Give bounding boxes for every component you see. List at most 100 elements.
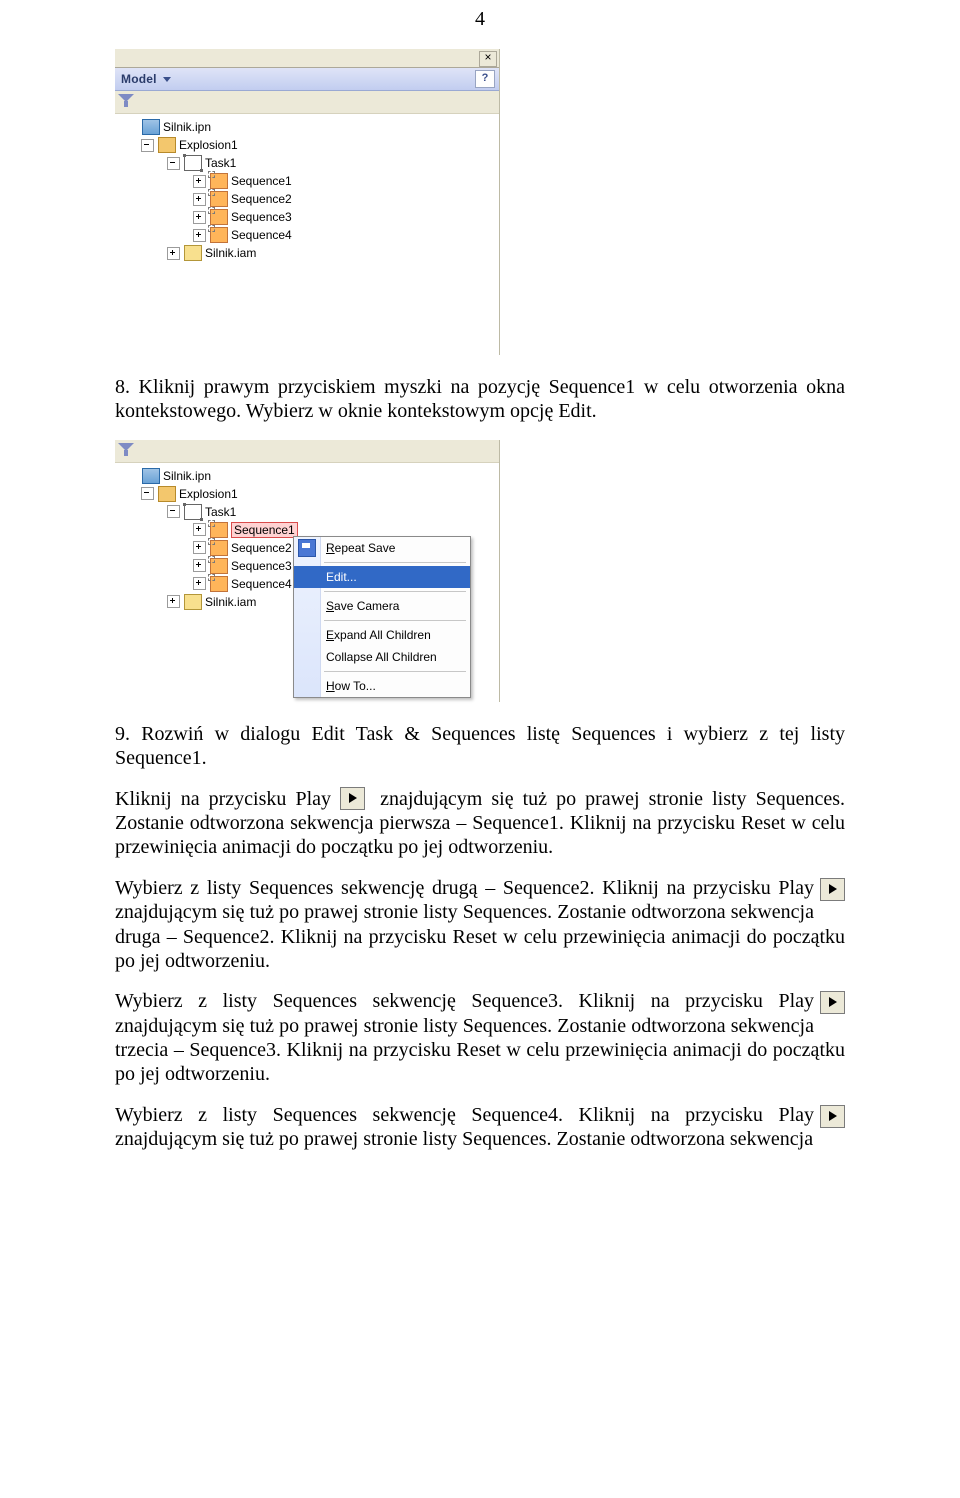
tree-item-assembly[interactable]: Silnik.iam: [119, 244, 499, 262]
tree-item-label: Sequence1: [231, 174, 292, 188]
tree-item-sequence[interactable]: Sequence2: [119, 190, 499, 208]
instruction-text: znajdującym się tuż po prawej stronie li…: [115, 1128, 813, 1150]
menu-separator: [324, 591, 466, 592]
tree-item-label: Explosion1: [179, 138, 238, 152]
help-icon[interactable]: ?: [475, 70, 495, 88]
instruction-text: znajdującym się tuż po prawej stronie li…: [115, 1015, 845, 1086]
menu-item-label: ow To...: [335, 679, 376, 693]
filter-icon[interactable]: [118, 443, 134, 459]
menu-item-accelerator: S: [326, 599, 334, 613]
collapse-toggle-icon[interactable]: [167, 505, 180, 518]
expand-toggle-icon[interactable]: [193, 523, 206, 536]
sequence-icon: [210, 209, 228, 225]
tree-item-task[interactable]: Task1: [119, 503, 499, 521]
model-browser-panel: × Model ? Silnik.ipn Explosion1: [115, 49, 500, 355]
sequence-icon: [210, 576, 228, 592]
play-icon: [820, 991, 845, 1014]
tree-item-explosion[interactable]: Explosion1: [119, 136, 499, 154]
ipn-icon: [142, 468, 160, 484]
sequence-icon: [210, 227, 228, 243]
assembly-icon: [184, 245, 202, 261]
expand-toggle-icon[interactable]: [193, 229, 206, 242]
tree-item-sequence[interactable]: Sequence3: [119, 208, 499, 226]
instruction-step-9-seq4: Wybierz z listy Sequences sekwencję Sequ…: [115, 1103, 845, 1152]
menu-separator: [324, 671, 466, 672]
task-icon: [184, 155, 202, 171]
instruction-step-9-seq2: Wybierz z listy Sequences sekwencję drug…: [115, 876, 845, 974]
tree-item-label: Sequence3: [231, 559, 292, 573]
expand-toggle-icon[interactable]: [193, 577, 206, 590]
expand-toggle-icon[interactable]: [193, 559, 206, 572]
tree-item-label: Sequence2: [231, 192, 292, 206]
explosion-icon: [158, 137, 176, 153]
expand-toggle-icon[interactable]: [167, 595, 180, 608]
sequence-icon: [210, 558, 228, 574]
tree-item-label: Explosion1: [179, 487, 238, 501]
tree-item-label: Task1: [205, 156, 236, 170]
menu-item-how-to[interactable]: How To...: [294, 675, 470, 697]
tree-item-sequence[interactable]: Sequence4: [119, 226, 499, 244]
sequence-icon: [210, 522, 228, 538]
menu-item-label: Collapse All Children: [326, 650, 437, 664]
filter-icon[interactable]: [118, 94, 134, 110]
tree-item-explosion[interactable]: Explosion1: [119, 485, 499, 503]
tree-item-task[interactable]: Task1: [119, 154, 499, 172]
instruction-text: Kliknij na przycisku Play: [115, 788, 340, 810]
assembly-icon: [184, 594, 202, 610]
instruction-text: znajdującym się tuż po prawej stronie li…: [115, 901, 845, 972]
context-menu-gutter: [294, 537, 321, 697]
close-icon[interactable]: ×: [479, 51, 497, 67]
tree-item-label: Silnik.iam: [205, 595, 256, 609]
menu-item-save-camera[interactable]: Save Camera: [294, 595, 470, 617]
expand-toggle-icon[interactable]: [167, 247, 180, 260]
instruction-step-9-intro: 9. Rozwiń w dialogu Edit Task & Sequence…: [115, 722, 845, 771]
collapse-toggle-icon[interactable]: [141, 487, 154, 500]
instruction-step-9-seq1: Kliknij na przycisku Play znajdującym si…: [115, 787, 845, 860]
tree-view: Silnik.ipn Explosion1 Task1 Sequence1 Se: [115, 114, 499, 358]
menu-separator: [324, 620, 466, 621]
page-number: 4: [115, 8, 845, 31]
menu-item-collapse-all[interactable]: Collapse All Children: [294, 646, 470, 668]
tree-item-root[interactable]: Silnik.ipn: [119, 467, 499, 485]
play-icon: [820, 878, 845, 901]
task-icon: [184, 504, 202, 520]
instruction-step-9-seq3: Wybierz z listy Sequences sekwencję Sequ…: [115, 989, 845, 1087]
menu-item-label: ave Camera: [334, 599, 399, 613]
panel-header-row[interactable]: Model ?: [115, 68, 499, 91]
tree-item-label: Silnik.ipn: [163, 120, 211, 134]
chevron-down-icon: [163, 77, 171, 82]
panel-header-label: Model: [115, 72, 157, 86]
tree-item-label: Task1: [205, 505, 236, 519]
tree-item-label: Sequence4: [231, 577, 292, 591]
menu-item-expand-all[interactable]: Expand All Children: [294, 624, 470, 646]
sequence-icon: [210, 191, 228, 207]
tree-item-label: Sequence2: [231, 541, 292, 555]
menu-item-label: epeat Save: [335, 541, 396, 555]
expand-toggle-icon[interactable]: [193, 193, 206, 206]
instruction-text: Wybierz z listy Sequences sekwencję Sequ…: [115, 990, 814, 1012]
collapse-toggle-icon[interactable]: [167, 157, 180, 170]
instruction-step-8: 8. Kliknij prawym przyciskiem myszki na …: [115, 375, 845, 424]
save-icon: [298, 539, 316, 557]
tree-item-root[interactable]: Silnik.ipn: [119, 118, 499, 136]
tree-item-label: Sequence1: [231, 522, 298, 538]
instruction-text: Wybierz z listy Sequences sekwencję Sequ…: [115, 1104, 814, 1126]
explosion-icon: [158, 486, 176, 502]
menu-separator: [324, 562, 466, 563]
expand-toggle-icon[interactable]: [193, 211, 206, 224]
expand-toggle-icon[interactable]: [193, 175, 206, 188]
tree-item-sequence[interactable]: Sequence1: [119, 172, 499, 190]
sequence-icon: [210, 173, 228, 189]
play-icon: [820, 1105, 845, 1128]
menu-item-label: Edit...: [326, 570, 357, 584]
tree-item-label: Silnik.iam: [205, 246, 256, 260]
collapse-toggle-icon[interactable]: [141, 139, 154, 152]
menu-item-repeat-save[interactable]: Repeat Save: [294, 537, 470, 559]
panel-toolbar: [115, 91, 499, 114]
panel-toolbar: [115, 440, 499, 463]
menu-item-accelerator: E: [326, 628, 334, 642]
tree-item-label: Sequence3: [231, 210, 292, 224]
menu-item-edit[interactable]: Edit...: [294, 566, 470, 588]
menu-item-accelerator: R: [326, 541, 335, 555]
expand-toggle-icon[interactable]: [193, 541, 206, 554]
